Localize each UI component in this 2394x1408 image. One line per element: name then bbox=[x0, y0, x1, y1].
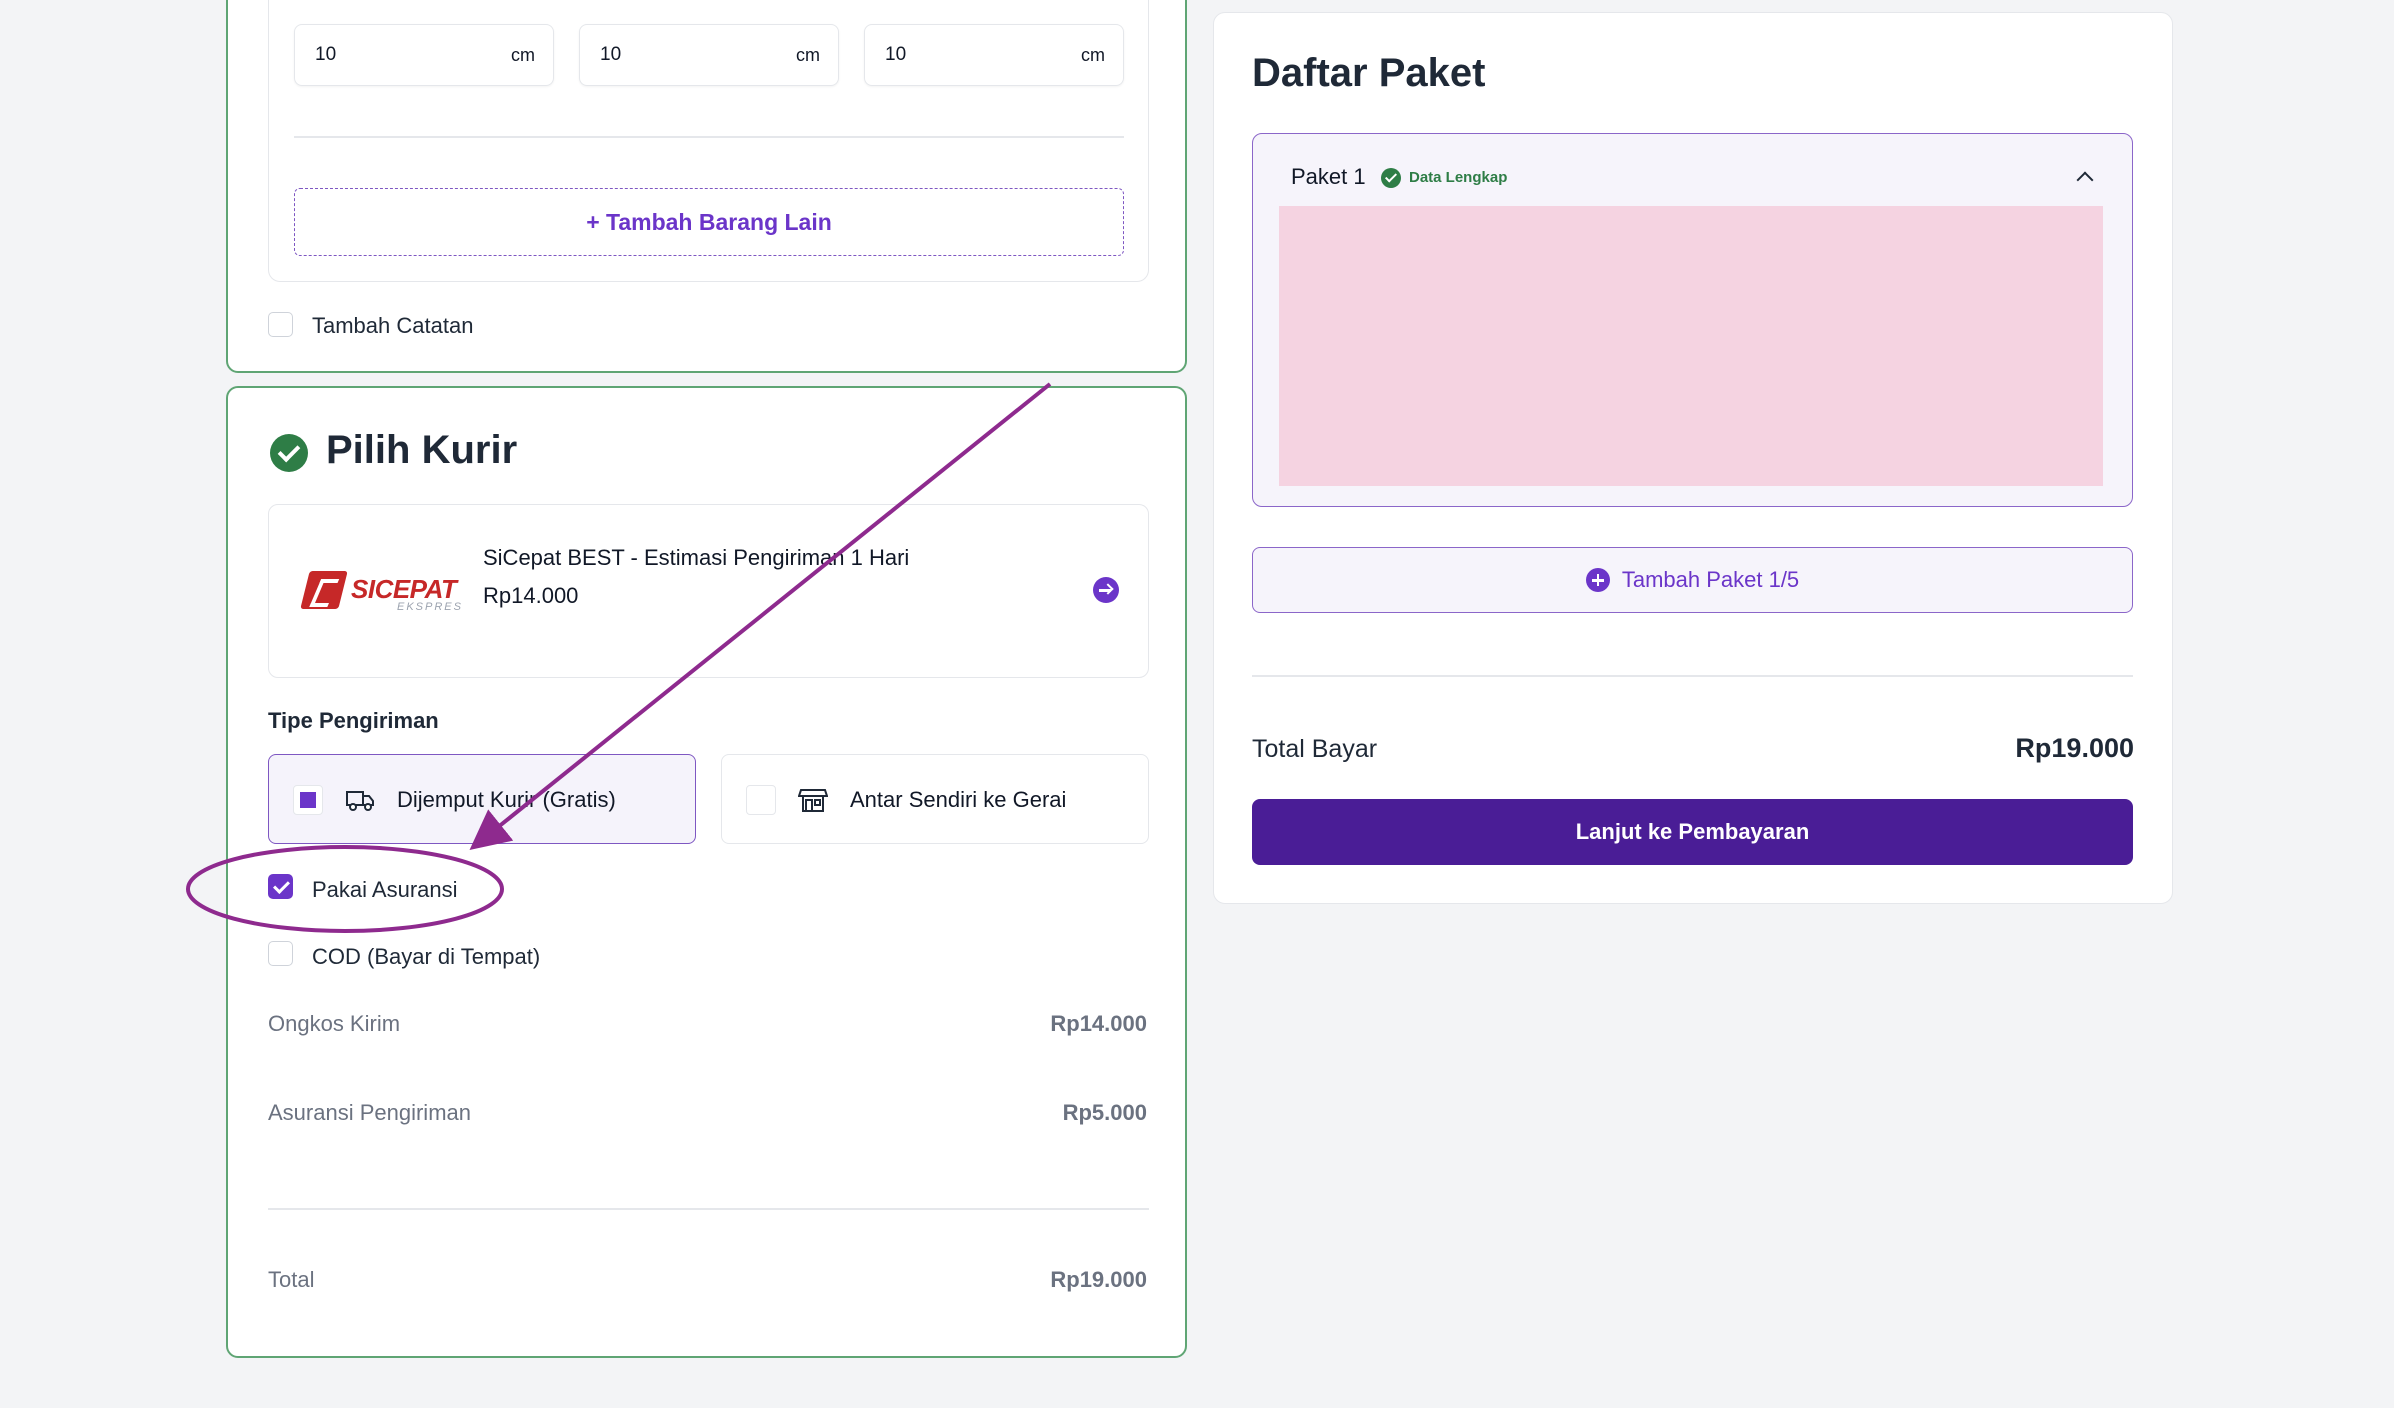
chevron-up-icon[interactable] bbox=[2076, 171, 2094, 189]
check-circle-small-icon bbox=[1381, 168, 1401, 188]
note-checkbox[interactable] bbox=[268, 312, 293, 337]
total-label: Total bbox=[268, 1267, 315, 1292]
continue-to-payment-button[interactable]: Lanjut ke Pembayaran bbox=[1252, 799, 2133, 865]
option-pickup[interactable]: Dijemput Kurir (Gratis) bbox=[268, 754, 696, 844]
height-input[interactable]: 10 cm bbox=[864, 24, 1124, 86]
length-value: 10 bbox=[315, 44, 337, 65]
insurance-checkbox-label: Pakai Asuransi bbox=[312, 877, 458, 902]
width-unit: cm bbox=[796, 44, 820, 65]
option-dropoff-label: Antar Sendiri ke Gerai bbox=[850, 787, 1067, 812]
package-list-card: Daftar Paket Paket 1 Data Lengkap Tambah… bbox=[1213, 12, 2173, 904]
sicepat-logo: SICEPAT EKSPRES bbox=[300, 569, 461, 615]
shipping-cost-value: Rp14.000 bbox=[1050, 1011, 1147, 1036]
add-item-button[interactable]: + Tambah Barang Lain bbox=[294, 188, 1124, 256]
item-details-card: 10 cm 10 cm 10 cm + Tambah Barang Lain T… bbox=[226, 0, 1187, 373]
sicepat-logo-mark-icon bbox=[300, 571, 348, 609]
total-divider bbox=[1252, 675, 2133, 677]
total-pay-value: Rp19.000 bbox=[2015, 733, 2134, 763]
summary-divider bbox=[268, 1208, 1149, 1210]
note-checkbox-label: Tambah Catatan bbox=[312, 313, 474, 338]
package-list-title: Daftar Paket bbox=[1252, 51, 1486, 95]
add-package-label: Tambah Paket 1/5 bbox=[1621, 567, 1800, 592]
insurance-checkbox[interactable] bbox=[268, 874, 293, 899]
option-dropoff[interactable]: Antar Sendiri ke Gerai bbox=[721, 754, 1149, 844]
package-status-badge: Data Lengkap bbox=[1409, 169, 1508, 186]
package-accordion[interactable]: Paket 1 Data Lengkap bbox=[1252, 133, 2133, 507]
check-circle-icon bbox=[270, 434, 308, 472]
courier-section-title: Pilih Kurir bbox=[326, 428, 518, 472]
insurance-cost-label: Asuransi Pengiriman bbox=[268, 1100, 471, 1125]
option-pickup-label: Dijemput Kurir (Gratis) bbox=[397, 787, 616, 812]
package-content-area bbox=[1279, 206, 2103, 486]
plus-circle-icon bbox=[1585, 568, 1610, 592]
width-input[interactable]: 10 cm bbox=[579, 24, 839, 86]
width-value: 10 bbox=[600, 44, 622, 65]
option-pickup-selector[interactable] bbox=[293, 785, 323, 815]
item-box: 10 cm 10 cm 10 cm + Tambah Barang Lain bbox=[268, 0, 1149, 282]
length-unit: cm bbox=[511, 44, 535, 65]
truck-icon bbox=[346, 791, 374, 811]
shipping-type-label: Tipe Pengiriman bbox=[268, 708, 439, 733]
cod-checkbox-label: COD (Bayar di Tempat) bbox=[312, 944, 541, 969]
courier-selector[interactable]: SICEPAT EKSPRES SiCepat BEST - Estimasi … bbox=[268, 504, 1149, 678]
height-unit: cm bbox=[1081, 44, 1105, 65]
height-value: 10 bbox=[885, 44, 907, 65]
store-icon bbox=[798, 789, 828, 812]
option-dropoff-selector[interactable] bbox=[746, 785, 776, 815]
arrow-right-icon[interactable] bbox=[1093, 577, 1119, 603]
length-input[interactable]: 10 cm bbox=[294, 24, 554, 86]
insurance-cost-value: Rp5.000 bbox=[1062, 1100, 1147, 1125]
package-label: Paket 1 bbox=[1291, 164, 1366, 189]
courier-card: Pilih Kurir SICEPAT EKSPRES SiCepat BEST… bbox=[226, 386, 1187, 1358]
sicepat-logo-subtext: EKSPRES bbox=[397, 601, 463, 613]
shipping-cost-label: Ongkos Kirim bbox=[268, 1011, 401, 1036]
courier-price: Rp14.000 bbox=[483, 583, 579, 608]
total-pay-label: Total Bayar bbox=[1252, 735, 1378, 763]
cod-checkbox[interactable] bbox=[268, 941, 293, 966]
courier-name: SiCepat BEST - Estimasi Pengiriman 1 Har… bbox=[483, 545, 910, 570]
total-value: Rp19.000 bbox=[1050, 1267, 1147, 1292]
add-package-button[interactable]: Tambah Paket 1/5 bbox=[1252, 547, 2133, 613]
item-divider bbox=[294, 136, 1124, 138]
